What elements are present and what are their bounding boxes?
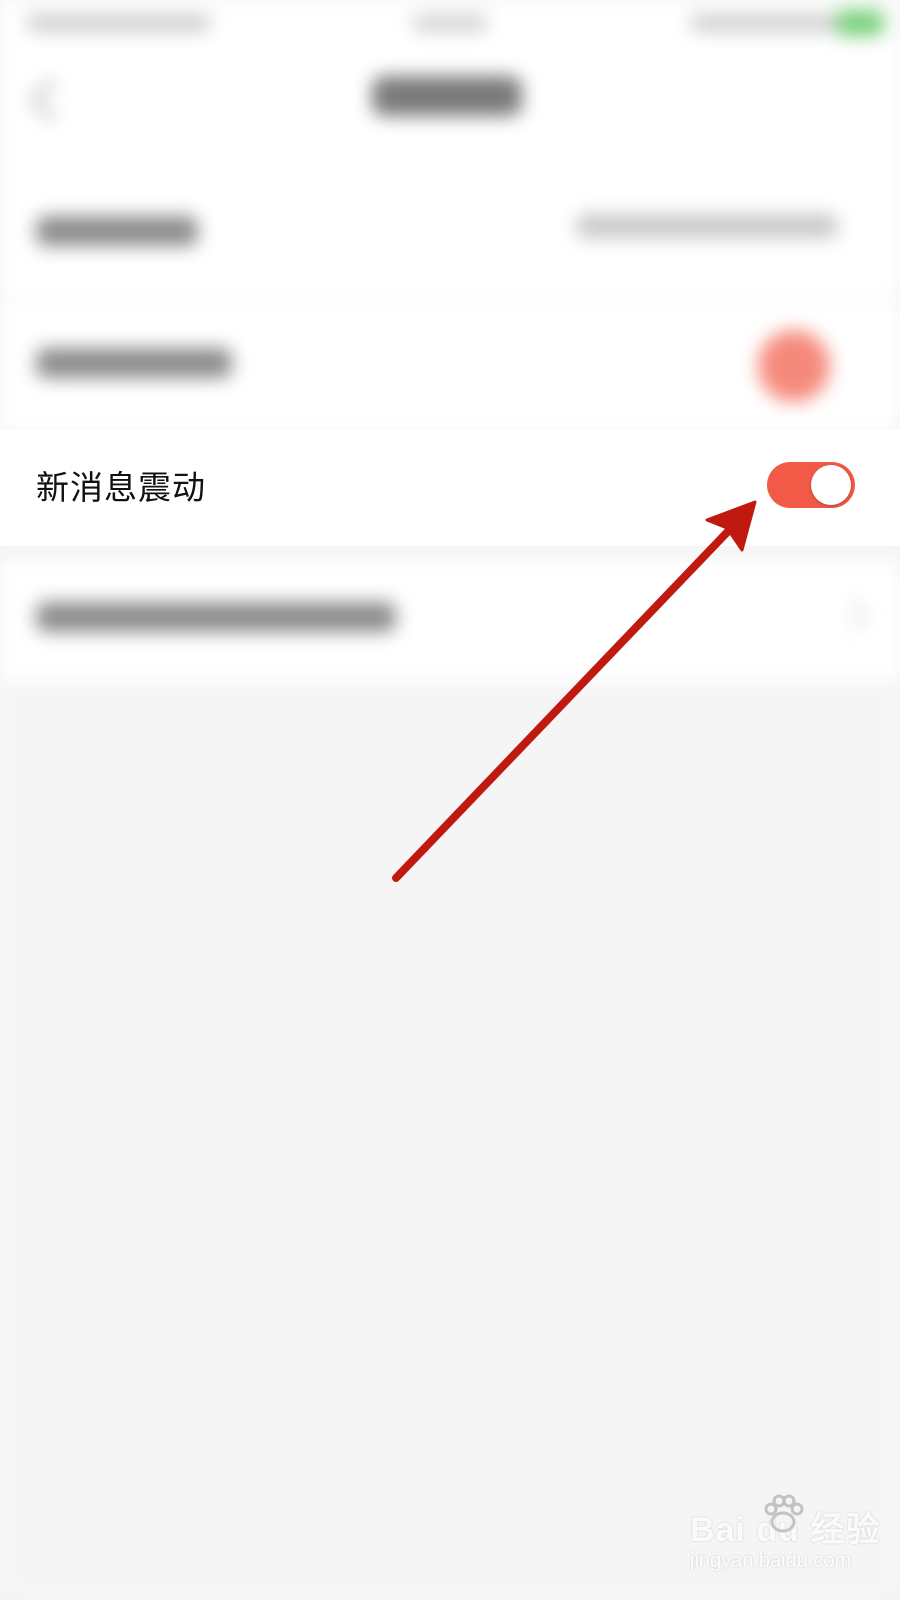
settings-row-blurred-2[interactable] [0,300,900,432]
vibrate-toggle[interactable] [767,462,855,508]
watermark-url: jingyan.baidu.com [690,1550,852,1572]
blurred-background [0,0,900,1600]
empty-area [0,682,900,1600]
toggle-knob [811,465,851,505]
page-title [372,76,522,116]
watermark: Bai du 经验 jingyan.baidu.com [690,1494,890,1586]
nav-bar [0,48,900,164]
status-bar-carrier [26,14,211,32]
screen: 新消息震动 Bai du 经验 jingyan.baidu.com [0,0,900,1600]
status-bar-indicators [690,14,840,32]
status-bar [0,0,900,48]
status-bar-time [412,14,488,32]
settings-row-vibrate[interactable]: 新消息震动 [0,430,900,546]
toggle-blurred[interactable] [758,330,830,402]
battery-icon [836,10,884,36]
settings-row-blurred-1[interactable] [0,164,900,296]
back-icon[interactable] [29,77,75,123]
paw-icon [764,1494,804,1533]
chevron-right-icon [837,599,869,631]
settings-row-blurred-3[interactable] [0,560,900,682]
settings-row-label: 新消息震动 [36,468,206,507]
settings-row-value-blurred [576,214,838,238]
settings-row-label-blurred [36,602,396,632]
settings-row-label-blurred [36,348,232,378]
settings-row-label-blurred [36,216,198,246]
